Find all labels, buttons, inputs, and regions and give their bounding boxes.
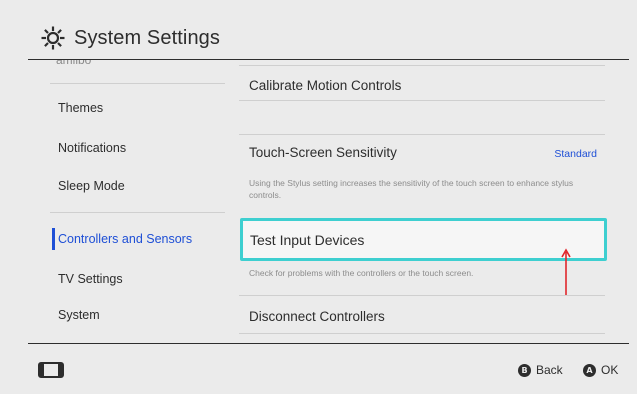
sidebar-item-themes[interactable]: Themes bbox=[50, 93, 230, 123]
test-input-devices-label: Test Input Devices bbox=[250, 231, 365, 248]
sidebar-item-tv-settings[interactable]: TV Settings bbox=[50, 264, 230, 294]
sidebar-item-notifications[interactable]: Notifications bbox=[50, 133, 230, 163]
sidebar-item-sleep-mode[interactable]: Sleep Mode bbox=[50, 171, 230, 201]
row-divider bbox=[239, 65, 605, 66]
sidebar-divider bbox=[50, 83, 225, 84]
touch-screen-sensitivity-description: Using the Stylus setting increases the s… bbox=[249, 178, 574, 200]
sidebar-item-label: Controllers and Sensors bbox=[58, 232, 193, 246]
row-divider bbox=[239, 100, 605, 101]
ok-button[interactable]: A OK bbox=[583, 363, 618, 377]
sidebar-item-label: Sleep Mode bbox=[58, 179, 125, 193]
sidebar-item-label: Themes bbox=[58, 101, 104, 115]
settings-panel: Calibrate Motion Controls Touch-Screen S… bbox=[233, 60, 637, 343]
sidebar-divider bbox=[50, 212, 225, 213]
sidebar-item-controllers-and-sensors[interactable]: Controllers and Sensors bbox=[50, 224, 230, 254]
row-divider bbox=[239, 134, 605, 135]
touch-screen-sensitivity-item[interactable]: Touch-Screen Sensitivity bbox=[249, 145, 397, 160]
page-title: System Settings bbox=[74, 26, 221, 49]
console-icon bbox=[38, 362, 64, 378]
test-input-devices-description: Check for problems with the controllers … bbox=[249, 268, 474, 278]
system-settings-screen: System Settings amiibo Themes Notificati… bbox=[0, 0, 637, 394]
disconnect-controllers-item[interactable]: Disconnect Controllers bbox=[249, 309, 385, 324]
row-divider bbox=[239, 295, 605, 296]
a-button-icon: A bbox=[583, 363, 596, 377]
calibrate-motion-controls-item[interactable]: Calibrate Motion Controls bbox=[249, 78, 401, 93]
sidebar-item-amiibo-partial[interactable]: amiibo bbox=[56, 60, 91, 67]
sidebar-item-system[interactable]: System bbox=[50, 300, 230, 330]
annotation-arrow-icon bbox=[561, 248, 571, 295]
sidebar: amiibo Themes Notifications Sleep Mode C… bbox=[28, 60, 233, 343]
footer-divider bbox=[28, 343, 629, 344]
header-title-group: System Settings bbox=[40, 25, 220, 51]
back-button[interactable]: B Back bbox=[518, 363, 563, 377]
back-button-label: Back bbox=[536, 363, 563, 377]
b-button-icon: B bbox=[518, 363, 531, 377]
gear-icon bbox=[41, 26, 65, 50]
header: System Settings bbox=[0, 0, 637, 60]
sidebar-item-label: Notifications bbox=[58, 141, 127, 155]
test-input-devices-item[interactable]: Test Input Devices bbox=[240, 218, 607, 261]
sidebar-item-label: TV Settings bbox=[58, 272, 123, 286]
sidebar-item-label: System bbox=[58, 308, 100, 322]
row-divider bbox=[239, 333, 605, 334]
touch-screen-sensitivity-value: Standard bbox=[554, 148, 597, 160]
ok-button-label: OK bbox=[601, 363, 619, 377]
